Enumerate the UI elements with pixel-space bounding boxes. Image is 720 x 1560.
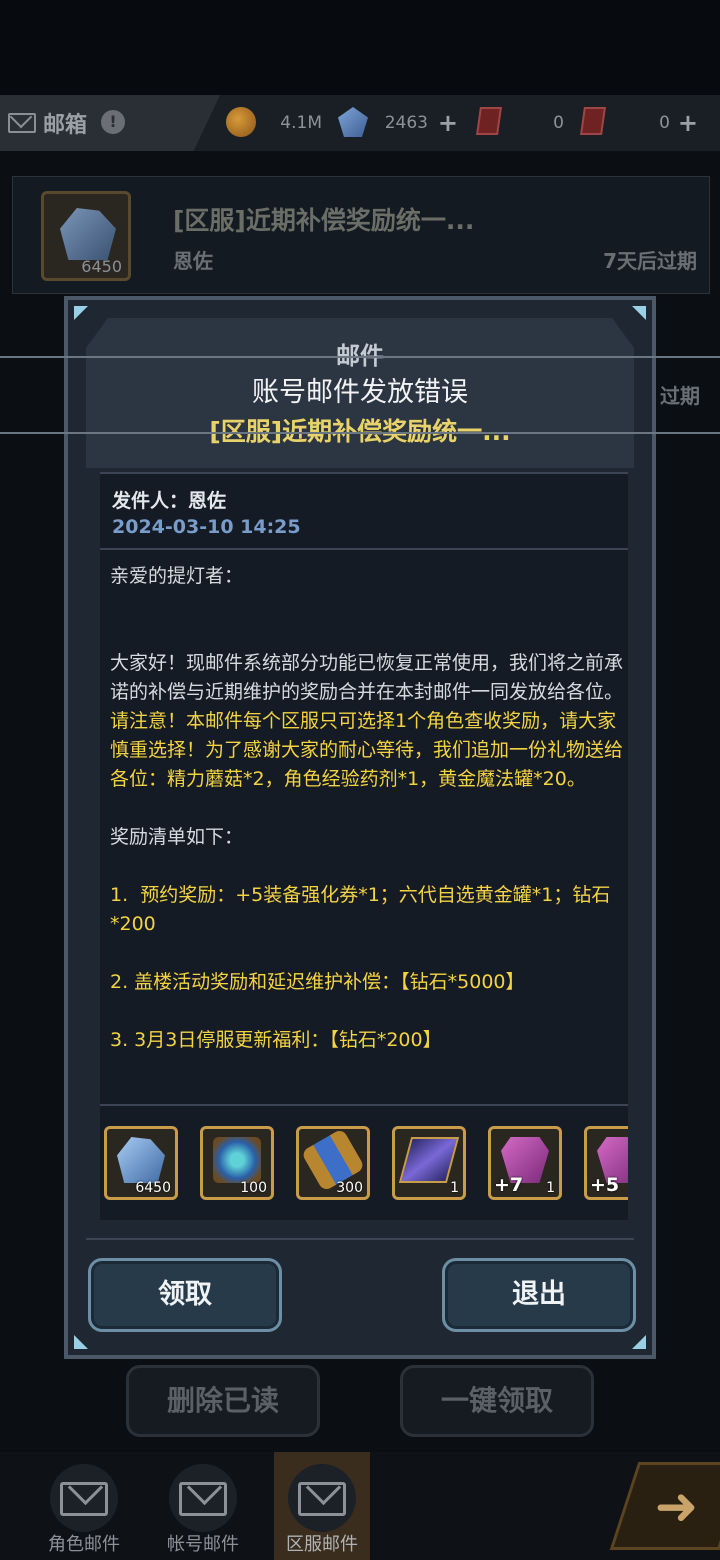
tab-server-mail[interactable]: 区服邮件 xyxy=(274,1452,370,1560)
diamond-value: 2463 xyxy=(384,113,428,133)
mail-list-item[interactable]: 6450 [区服]近期补偿奖励统一... 恩佐 7天后过期 xyxy=(12,176,710,294)
gold-counter: 4.1M xyxy=(226,107,326,139)
mail-content-panel: 发件人：恩佐 2024-03-10 14:25 亲爱的提灯者： 大家好！现邮件系… xyxy=(100,472,628,1220)
diamond-icon xyxy=(60,208,116,260)
mail-detail-dialog: 邮件 [区服]近期补偿奖励统一... 发件人：恩佐 2024-03-10 14:… xyxy=(64,296,656,1359)
card-a-counter: 0 xyxy=(476,107,570,139)
attachment-list[interactable]: 6450 100 300 1 +7 1 +5 xyxy=(104,1126,628,1204)
reward-item-3: 3. 3月3日停服更新福利：【钻石*200】 xyxy=(110,1029,442,1051)
body-paragraph-2: 请注意！本邮件每个区服只可选择1个角色查收奖励，请大家慎重选择！为了感谢大家的耐… xyxy=(110,710,624,790)
card-b-value: 0 xyxy=(659,113,670,133)
mail-body[interactable]: 亲爱的提灯者： 大家好！现邮件系统部分功能已恢复正常使用，我们将之前承诺的补偿与… xyxy=(110,562,624,1082)
attachment-item[interactable]: 300 xyxy=(296,1126,370,1200)
reward-item-1: 1. 预约奖励：+5装备强化券*1；六代自选黄金罐*1；钻石*200 xyxy=(110,884,611,935)
dialog-title: 邮件 xyxy=(336,342,384,370)
diamond-icon xyxy=(117,1137,165,1183)
exit-button[interactable]: 退出 xyxy=(442,1258,636,1332)
attachment-item[interactable]: +7 1 xyxy=(488,1126,562,1200)
reward-list-title: 奖励清单如下： xyxy=(110,826,244,848)
status-area xyxy=(0,0,720,95)
mail-attachment-thumb: 6450 xyxy=(41,191,131,281)
card-a-icon xyxy=(476,107,502,135)
arrow-right-icon: ➜ xyxy=(654,1477,699,1537)
add-diamond-button[interactable]: + xyxy=(438,109,458,137)
card-b-icon xyxy=(580,107,606,135)
info-icon[interactable]: ! xyxy=(101,110,125,134)
delete-read-button[interactable]: 删除已读 xyxy=(126,1365,320,1437)
mailbox-title: 邮箱 xyxy=(43,113,88,138)
error-toast: 账号邮件发放错误 xyxy=(252,377,468,408)
claim-button[interactable]: 领取 xyxy=(88,1258,282,1332)
attachment-item[interactable]: 100 xyxy=(200,1126,274,1200)
diamond-icon xyxy=(338,107,368,137)
server-mail-icon xyxy=(298,1482,346,1516)
reward-item-2: 2. 盖楼活动奖励和延迟维护补偿：【钻石*5000】 xyxy=(110,971,525,993)
envelope-icon xyxy=(60,1482,108,1516)
scroll-icon xyxy=(398,1137,460,1183)
greeting: 亲爱的提灯者： xyxy=(110,565,244,587)
mail-expiry: 7天后过期 xyxy=(603,249,697,273)
sender-line: 发件人：恩佐 xyxy=(112,490,227,512)
add-card-button[interactable]: + xyxy=(678,109,698,137)
card-b-counter: 0 + xyxy=(580,107,700,139)
mail-sender: 恩佐 xyxy=(173,249,213,273)
card-a-value: 0 xyxy=(553,113,564,133)
gold-value: 4.1M xyxy=(280,113,322,133)
attachment-item[interactable]: +5 xyxy=(584,1126,628,1200)
attachment-item[interactable]: 6450 xyxy=(104,1126,178,1200)
diamond-counter: 2463 + xyxy=(338,107,462,139)
mail-date: 2024-03-10 14:25 xyxy=(112,516,301,538)
mailbox-header: 邮箱 ! xyxy=(0,95,220,151)
gold-coin-icon xyxy=(226,107,256,137)
tab-account-mail[interactable]: 帐号邮件 xyxy=(155,1452,251,1560)
attachment-item[interactable]: 1 xyxy=(392,1126,466,1200)
claim-all-button[interactable]: 一键领取 xyxy=(400,1365,594,1437)
body-paragraph-1: 大家好！现邮件系统部分功能已恢复正常使用，我们将之前承诺的补偿与近期维护的奖励合… xyxy=(110,652,624,703)
mail-icon xyxy=(8,113,36,133)
tab-character-mail[interactable]: 角色邮件 xyxy=(36,1452,132,1560)
mail-subject: [区服]近期补偿奖励统一... xyxy=(173,206,475,235)
account-mail-icon xyxy=(179,1482,227,1516)
dialog-subject: [区服]近期补偿奖励统一... xyxy=(209,417,511,446)
treasure-chest-icon xyxy=(213,1137,261,1183)
